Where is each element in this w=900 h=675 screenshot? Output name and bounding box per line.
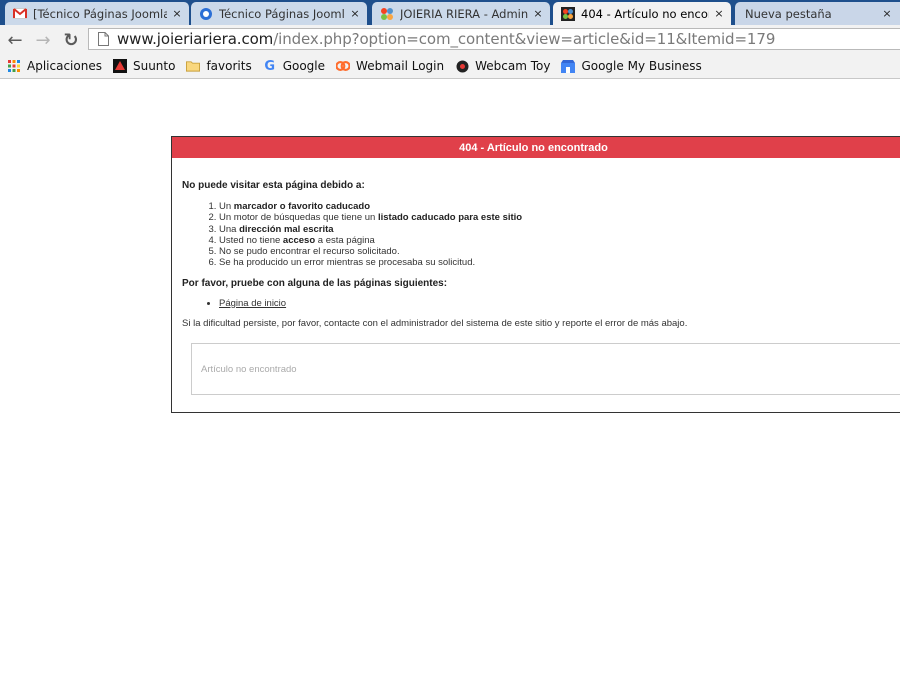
folder-icon (186, 59, 201, 73)
tab-tecnico[interactable]: Técnico Páginas Joomla : × (191, 2, 367, 25)
error-header: 404 - Artículo no encontrado (172, 137, 900, 158)
tab-title: Técnico Páginas Joomla : (219, 6, 345, 21)
browser-toolbar: ← → ↻ www.joieriariera.com/index.php?opt… (0, 25, 900, 54)
tab-404-active[interactable]: 404 - Artículo no encontra × (553, 2, 731, 25)
suggested-links: Página de inicio (182, 298, 900, 309)
close-icon[interactable]: × (881, 7, 893, 20)
reason-item: Usted no tiene acceso a esta página (219, 235, 900, 246)
list-item: Página de inicio (219, 298, 900, 309)
tab-title: 404 - Artículo no encontra (581, 6, 709, 21)
bookmark-label: Suunto (132, 59, 176, 73)
tab-joieria-admin[interactable]: JOIERIA RIERA - Administ × (372, 2, 550, 25)
close-icon[interactable]: × (713, 7, 725, 20)
bookmark-favorits[interactable]: favorits (186, 59, 252, 73)
reload-button[interactable]: ↻ (60, 29, 82, 51)
tab-title: JOIERIA RIERA - Administ (400, 6, 528, 21)
error-intro: No puede visitar esta página debido a: (182, 180, 365, 191)
gmail-icon (13, 7, 27, 21)
try-pages-heading: Por favor, pruebe con alguna de las pági… (182, 277, 448, 289)
gmb-icon (561, 59, 576, 73)
reason-item: Una dirección mal escrita (219, 224, 900, 235)
error-body: No puede visitar esta página debido a: U… (172, 180, 900, 329)
close-icon[interactable]: × (349, 7, 361, 20)
webcam-icon (455, 59, 469, 73)
bookmark-google-my-business[interactable]: Google My Business (561, 59, 702, 73)
bookmark-label: favorits (206, 59, 252, 73)
suunto-icon (112, 59, 127, 73)
tab-gmail[interactable]: [Técnico Páginas Joomla] × (5, 2, 189, 25)
bookmark-webcam-toy[interactable]: Webcam Toy (455, 59, 550, 73)
bookmark-aplicaciones[interactable]: Aplicaciones (7, 59, 102, 73)
bookmark-google[interactable]: G Google (263, 58, 326, 74)
bookmark-webmail[interactable]: Webmail Login (336, 59, 444, 73)
url-path: /index.php?option=com_content&view=artic… (273, 30, 776, 48)
tab-new[interactable]: Nueva pestaña × (735, 2, 900, 25)
error-message-box: Artículo no encontrado (191, 343, 900, 395)
google-icon: G (264, 58, 276, 74)
home-page-link[interactable]: Página de inicio (219, 298, 286, 309)
tab-title: [Técnico Páginas Joomla] (33, 6, 167, 21)
bookmark-label: Webcam Toy (475, 59, 551, 73)
error-message-text: Artículo no encontrado (201, 363, 297, 375)
joomla-icon (380, 7, 394, 21)
bookmarks-bar: Aplicaciones Suunto favorits G Google We… (0, 54, 900, 79)
page-icon (95, 31, 111, 47)
bookmark-suunto[interactable]: Suunto (112, 59, 176, 73)
bookmark-label: Webmail Login (356, 59, 445, 73)
tab-strip: [Técnico Páginas Joomla] × Técnico Págin… (0, 0, 900, 25)
back-button[interactable]: ← (4, 29, 26, 51)
reasons-list: Un marcador o favorito caducado Un motor… (182, 201, 900, 269)
close-icon[interactable]: × (532, 7, 544, 20)
error-container: 404 - Artículo no encontrado No puede vi… (171, 136, 900, 413)
reason-item: Un motor de búsquedas que tiene un lista… (219, 212, 900, 223)
back-arrow-icon: ← (7, 29, 23, 51)
tab-title: Nueva pestaña (745, 6, 832, 21)
reload-icon: ↻ (63, 29, 79, 51)
cpanel-icon (336, 59, 351, 73)
close-icon[interactable]: × (171, 7, 183, 20)
forward-arrow-icon: → (35, 29, 51, 51)
forward-button[interactable]: → (32, 29, 54, 51)
reason-item: Un marcador o favorito caducado (219, 201, 900, 212)
url-domain: www.joieriariera.com (117, 30, 274, 48)
bookmark-label: Google My Business (581, 59, 702, 73)
joomla-404-icon (561, 6, 575, 21)
persist-message: Si la dificultad persiste, por favor, co… (182, 317, 688, 329)
reason-item: Se ha producido un error mientras se pro… (219, 257, 900, 268)
reason-item: No se pudo encontrar el recurso solicita… (219, 246, 900, 257)
url-text: www.joieriariera.com/index.php?option=co… (117, 30, 775, 48)
apps-grid-icon (7, 59, 21, 73)
address-bar[interactable]: www.joieriariera.com/index.php?option=co… (88, 28, 900, 50)
circle-q-icon (199, 7, 213, 21)
bookmark-label: Aplicaciones (27, 59, 102, 73)
bookmark-label: Google (282, 59, 326, 73)
